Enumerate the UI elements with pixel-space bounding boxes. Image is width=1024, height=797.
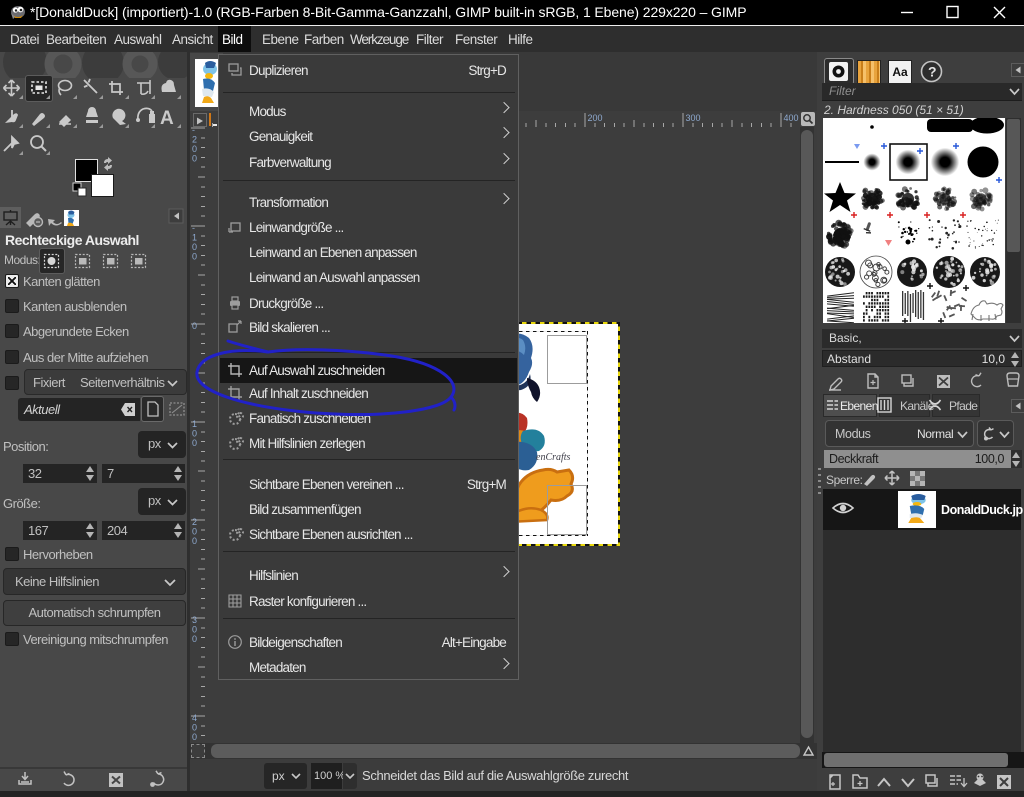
svg-text:300: 300: [686, 113, 701, 123]
svg-text:0: 0: [192, 723, 197, 733]
svg-text:0: 0: [192, 321, 197, 331]
svg-text:0: 0: [192, 536, 197, 546]
svg-text:0: 0: [192, 625, 197, 635]
svg-text:2: 2: [192, 517, 197, 527]
svg-text:0: 0: [192, 634, 197, 644]
svg-text:1: 1: [192, 233, 197, 243]
svg-text:4: 4: [192, 713, 197, 723]
svg-text:0: 0: [192, 144, 197, 154]
svg-text:-: -: [192, 223, 195, 233]
svg-text:0: 0: [192, 252, 197, 262]
svg-text:0: 0: [192, 429, 197, 439]
svg-text:A: A: [160, 108, 174, 129]
svg-text:0: 0: [192, 154, 197, 164]
svg-text:3: 3: [192, 615, 197, 625]
svg-text:0: 0: [192, 438, 197, 448]
svg-text:?: ?: [928, 64, 937, 80]
svg-text:0: 0: [192, 732, 197, 742]
svg-text:0: 0: [192, 242, 197, 252]
svg-text:0: 0: [192, 527, 197, 537]
svg-text:200: 200: [588, 113, 603, 123]
svg-text:1: 1: [192, 419, 197, 429]
svg-text:400: 400: [784, 113, 799, 123]
svg-text:2: 2: [192, 135, 197, 145]
